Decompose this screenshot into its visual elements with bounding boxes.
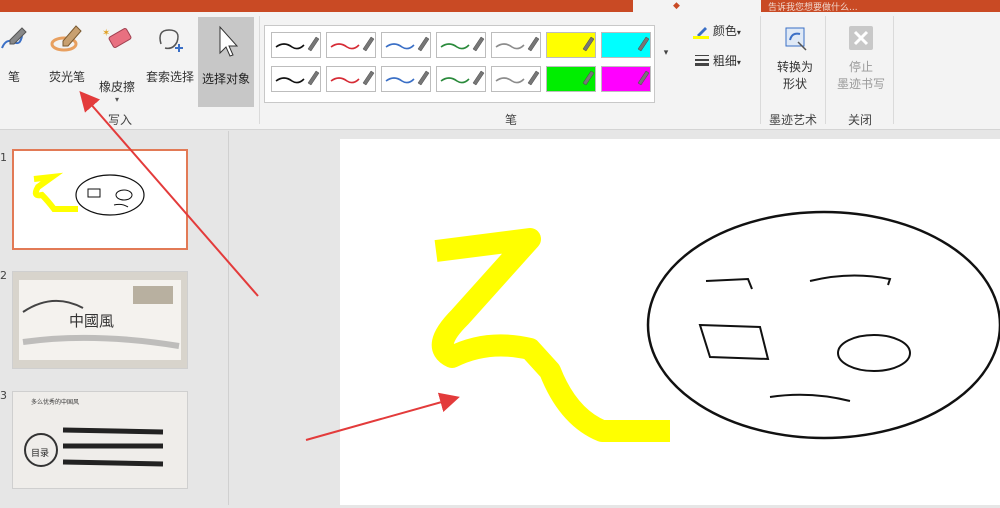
close-group-label: 关闭 [848, 113, 873, 127]
group-separator [825, 16, 826, 124]
pen-swatch-icon [385, 70, 430, 86]
ink-color-button[interactable]: 颜色▾ [693, 22, 741, 39]
highlighter-swatch-6[interactable] [546, 32, 596, 58]
pen-button[interactable]: 笔 [0, 24, 28, 85]
pen-swatch-icon [275, 36, 320, 52]
select-objects-label: 选择对象 [201, 72, 250, 86]
ink-color-label: 颜色 [712, 24, 737, 38]
pen-swatch-5[interactable] [491, 32, 541, 58]
thickness-label: 粗细 [712, 54, 737, 68]
tell-me-box[interactable]: 告诉我您想要做什么... [768, 0, 858, 13]
eraser-button[interactable]: ✶ 橡皮擦 ▾ [95, 24, 139, 104]
pen-swatch-icon [330, 36, 375, 52]
eraser-label: 橡皮擦 [98, 80, 135, 94]
pen-swatch-icon [637, 70, 650, 86]
ink-color-icon [693, 25, 709, 39]
slide-number: 1 [0, 151, 7, 164]
group-separator [893, 16, 894, 124]
thickness-button[interactable]: 粗细▾ [695, 52, 741, 69]
slide-3-preview [13, 392, 187, 488]
slide-drawing [431, 210, 1000, 442]
write-group-label: 写入 [108, 113, 133, 127]
pen-swatch-4[interactable] [436, 32, 486, 58]
lasso-icon [159, 29, 183, 52]
ribbon: 笔 荧光笔 ✶ 橡皮擦 ▾ 套索选择 选择对象 写入 ▾ 笔 颜色▾ 粗细▾ 转… [0, 12, 1000, 130]
slide-2-title: 中國風 [69, 312, 115, 330]
current-slide-canvas[interactable] [340, 139, 1000, 505]
highlighter-label: 荧光笔 [48, 70, 85, 84]
slide-3-header: 多么优秀的中国风 [31, 399, 80, 406]
cursor-icon [219, 25, 239, 57]
pen-icon [1, 27, 27, 49]
convert-label-line2: 形状 [782, 77, 807, 91]
slide-number: 2 [0, 269, 7, 282]
face-eye-left [698, 323, 770, 361]
pen-swatch-11[interactable] [436, 66, 486, 92]
face-brow-left [705, 277, 753, 290]
tab-draw[interactable]: ◆ [633, 0, 761, 12]
select-objects-button[interactable]: 选择对象 [198, 17, 254, 107]
pen-swatch-icon [275, 70, 320, 86]
slide-thumbnail-panel: 1 2 中國風 3 多么优秀的中国风 目录 [0, 131, 229, 505]
pen-swatch-10[interactable] [381, 66, 431, 92]
slide-thumbnail-3[interactable]: 多么优秀的中国风 目录 [12, 391, 188, 489]
convert-shape-icon [785, 27, 807, 51]
eraser-icon: ✶ [102, 28, 132, 48]
pen-swatch-icon [385, 36, 430, 52]
pen-swatch-icon [582, 36, 595, 52]
face-eye-right [837, 334, 911, 372]
ink-art-group-label: 墨迹艺术 [769, 113, 818, 127]
group-separator [259, 16, 260, 124]
pen-swatch-icon [495, 36, 540, 52]
slide-1-preview [32, 172, 145, 216]
slide-thumbnail-2[interactable]: 中國風 [12, 271, 188, 369]
eraser-dropdown-icon[interactable]: ▾ [95, 95, 139, 104]
highlighter-swatch-7[interactable] [601, 32, 651, 58]
face-mouth [769, 393, 851, 402]
pen-swatch-icon [440, 70, 485, 86]
slide-thumbnail-1[interactable] [12, 149, 188, 250]
pen-gallery [264, 25, 655, 103]
pen-swatch-3[interactable] [381, 32, 431, 58]
pen-swatch-icon [582, 70, 595, 86]
pens-group-label: 笔 [505, 113, 518, 127]
convert-to-shape-button[interactable]: 转换为 形状 [770, 22, 820, 92]
pen-swatch-icon [440, 36, 485, 52]
highlighter-button[interactable]: 荧光笔 [44, 24, 90, 85]
stop-inking-button[interactable]: 停止 墨迹书写 [832, 22, 890, 92]
group-separator [760, 16, 761, 124]
pen-swatch-icon [330, 70, 375, 86]
convert-label-line1: 转换为 [776, 60, 813, 74]
pen-label: 笔 [7, 70, 20, 84]
highlighter-swatch-13[interactable] [546, 66, 596, 92]
lasso-label: 套索选择 [145, 70, 194, 84]
pen-swatch-9[interactable] [326, 66, 376, 92]
highlighter-icon [50, 25, 82, 52]
lasso-select-button[interactable]: 套索选择 [143, 24, 197, 85]
thickness-icon [695, 54, 709, 69]
highlighter-stroke [431, 228, 670, 442]
pen-swatch-1[interactable] [271, 32, 321, 58]
gallery-more-icon[interactable]: ▾ [660, 48, 672, 68]
pen-swatch-icon [637, 36, 650, 52]
pen-swatch-2[interactable] [326, 32, 376, 58]
pen-swatch-icon [495, 70, 540, 86]
slide-3-toc: 目录 [31, 449, 50, 459]
stop-label-line2: 墨迹书写 [836, 77, 885, 91]
pen-swatch-8[interactable] [271, 66, 321, 92]
pen-swatch-12[interactable] [491, 66, 541, 92]
stop-label-line1: 停止 [848, 60, 873, 74]
slide-number: 3 [0, 389, 7, 402]
highlighter-swatch-14[interactable] [601, 66, 651, 92]
close-icon [849, 26, 873, 50]
face-brow-right [809, 274, 892, 286]
title-bar: ◆ 告诉我您想要做什么... [0, 0, 1000, 13]
